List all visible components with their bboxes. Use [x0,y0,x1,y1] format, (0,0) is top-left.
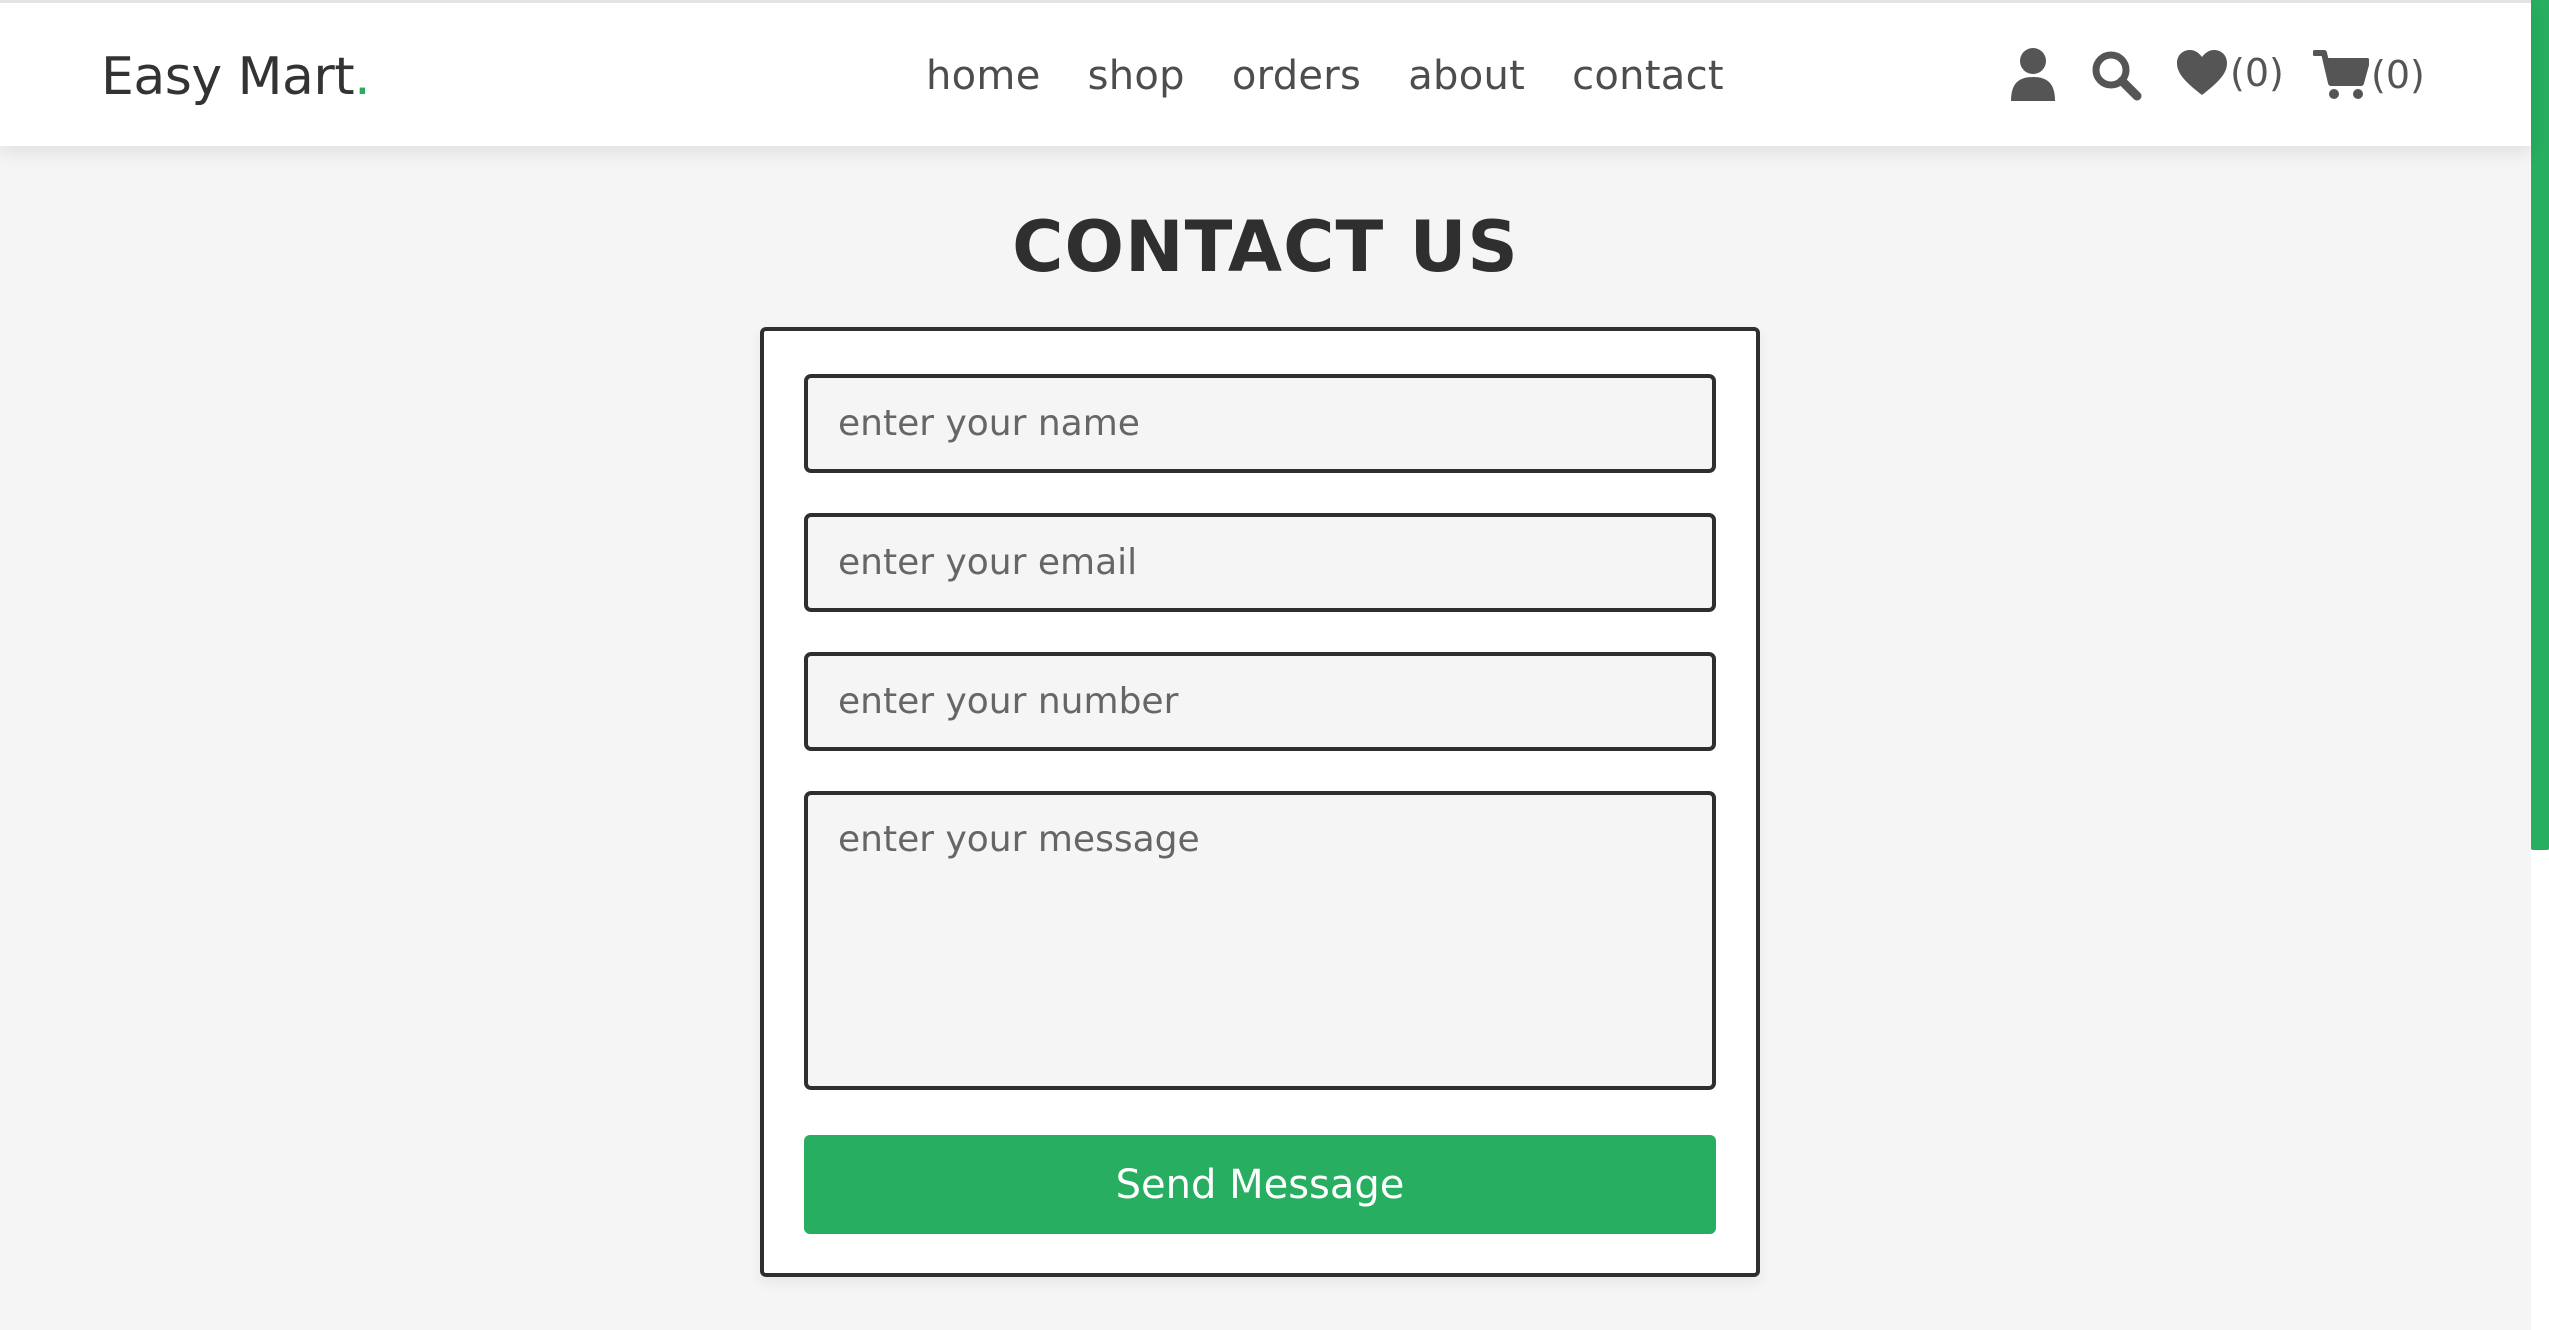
nav-shop[interactable]: shop [1088,53,1185,99]
brand-logo[interactable]: Easy Mart. [101,47,371,107]
number-field[interactable] [804,652,1716,751]
search-icon [2092,51,2142,101]
send-message-button[interactable]: Send Message [804,1135,1716,1234]
message-field[interactable] [804,791,1716,1090]
user-button[interactable] [2010,47,2056,101]
page-title: CONTACT US [1012,206,1519,288]
brand-dot: . [354,47,371,107]
nav-orders[interactable]: orders [1232,53,1361,99]
email-field[interactable] [804,513,1716,612]
user-icon [2011,48,2055,101]
heart-icon [2177,50,2227,95]
brand-name: Easy Mart [101,47,355,107]
cart-button[interactable]: (0) [2313,49,2425,101]
cart-count: (0) [2371,53,2425,97]
name-field[interactable] [804,374,1716,473]
nav-contact[interactable]: contact [1572,53,1724,99]
site-header: Easy Mart. home shop orders about contac… [0,0,2531,146]
search-button[interactable] [2090,49,2142,101]
main-nav: home shop orders about contact [926,53,1724,99]
cart-icon [2313,50,2369,99]
scrollbar-track[interactable] [2531,0,2549,1330]
page: Easy Mart. home shop orders about contac… [0,0,2549,1330]
wishlist-count: (0) [2230,51,2284,95]
nav-about[interactable]: about [1408,53,1525,99]
nav-home[interactable]: home [926,53,1041,99]
contact-form: Send Message [760,327,1760,1277]
wishlist-button[interactable]: (0) [2176,49,2284,97]
scrollbar-thumb[interactable] [2531,0,2549,850]
